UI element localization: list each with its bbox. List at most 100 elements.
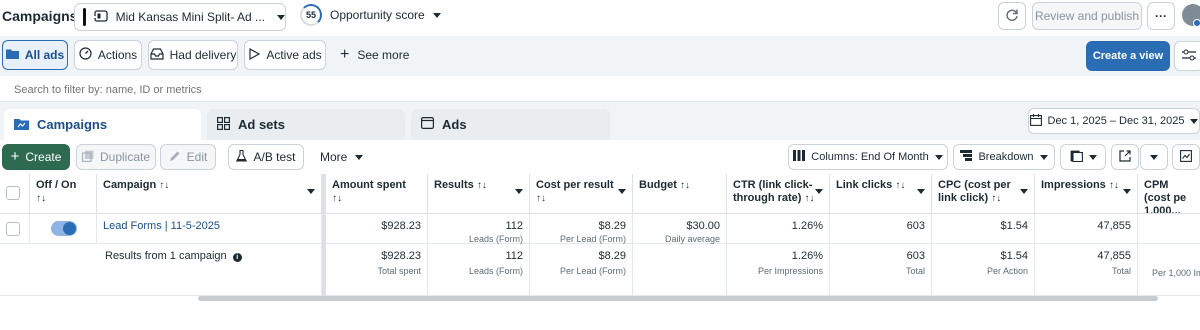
filter-settings-button[interactable] bbox=[1174, 41, 1200, 71]
chevron-down-icon bbox=[618, 189, 626, 194]
account-name: Mid Kansas Mini Split- Ad ... bbox=[115, 10, 265, 24]
row-results: 112 bbox=[505, 220, 523, 232]
create-label: Create bbox=[25, 150, 62, 164]
chevron-down-icon bbox=[1123, 189, 1131, 194]
ad-window-icon bbox=[421, 117, 435, 132]
row-checkbox[interactable] bbox=[6, 222, 20, 236]
see-more-label: See more bbox=[357, 48, 410, 62]
reports-button[interactable] bbox=[1060, 144, 1106, 170]
filter-active-ads-label: Active ads bbox=[266, 48, 322, 62]
tab-campaigns[interactable]: Campaigns bbox=[4, 109, 201, 140]
campaign-toggle[interactable] bbox=[51, 221, 77, 236]
status-dot bbox=[1193, 19, 1200, 27]
gauge-icon bbox=[79, 47, 92, 63]
filter-bar: All ads Actions Had delivery Active ads … bbox=[0, 36, 1200, 76]
header-off-on[interactable]: Off / On ↑↓ bbox=[30, 174, 97, 214]
header-results[interactable]: Results ↑↓ bbox=[428, 174, 530, 214]
summary-spacer bbox=[0, 244, 97, 296]
summary-budget-cell bbox=[633, 244, 727, 296]
header-amount-spent[interactable]: Amount spent ↑↓ bbox=[326, 174, 428, 214]
export-icon bbox=[1119, 149, 1131, 165]
opportunity-score[interactable]: 55 Opportunity score bbox=[300, 4, 441, 26]
reports-icon bbox=[1070, 150, 1083, 165]
summary-label: Results from 1 campaign bbox=[105, 250, 227, 262]
refresh-button[interactable] bbox=[998, 2, 1026, 30]
campaign-name-link[interactable]: Lead Forms | 11-5-2025 bbox=[103, 220, 220, 232]
grid-icon bbox=[217, 116, 231, 133]
ab-test-label: A/B test bbox=[253, 150, 296, 164]
search-input[interactable] bbox=[0, 78, 1200, 101]
create-view-button[interactable]: Create a view bbox=[1086, 41, 1170, 71]
edit-button[interactable]: Edit bbox=[160, 144, 216, 170]
header-campaign[interactable]: Campaign ↑↓ bbox=[97, 174, 322, 214]
filter-actions[interactable]: Actions bbox=[74, 40, 142, 70]
header-cpm[interactable]: CPM (cost pe 1,000... bbox=[1138, 174, 1200, 214]
see-more-button[interactable]: + See more bbox=[340, 47, 410, 63]
columns-label: Columns: End Of Month bbox=[811, 151, 929, 163]
info-icon[interactable]: i bbox=[232, 253, 242, 262]
row-ctr: 1.26% bbox=[727, 214, 830, 244]
header-off-on-label: Off / On bbox=[36, 179, 77, 191]
avatar[interactable] bbox=[1182, 4, 1200, 27]
opportunity-score-label: Opportunity score bbox=[330, 8, 425, 22]
create-button[interactable]: + Create bbox=[2, 144, 70, 170]
duplicate-button[interactable]: Duplicate bbox=[76, 144, 156, 170]
account-selector[interactable]: Mid Kansas Mini Split- Ad ... bbox=[74, 3, 286, 31]
select-all-checkbox[interactable] bbox=[6, 186, 20, 200]
summary-ctr-sub: Per Impressions bbox=[757, 266, 823, 276]
header-ctr[interactable]: CTR (link click-through rate) ↑↓ bbox=[727, 174, 830, 214]
charts-button[interactable] bbox=[1172, 144, 1200, 170]
header-results-label: Results bbox=[434, 179, 474, 191]
folder-icon bbox=[5, 48, 19, 62]
more-options-button[interactable]: ··· bbox=[1147, 2, 1175, 30]
summary-cost-per-result-sub: Per Lead (Form) bbox=[559, 266, 626, 276]
search-bar bbox=[0, 78, 1200, 102]
chevron-down-icon bbox=[1039, 154, 1048, 160]
sort-icon: ↑↓ bbox=[679, 180, 690, 191]
row-cost-per-result-sub: Per Lead (Form) bbox=[559, 234, 626, 244]
filter-all-ads[interactable]: All ads bbox=[2, 40, 68, 70]
row-link-clicks: 603 bbox=[830, 214, 932, 244]
filter-actions-label: Actions bbox=[97, 48, 138, 62]
pencil-icon bbox=[169, 150, 181, 165]
ab-test-button[interactable]: A/B test bbox=[228, 144, 304, 170]
tab-ad-sets[interactable]: Ad sets bbox=[207, 109, 405, 140]
duplicate-label: Duplicate bbox=[99, 150, 151, 164]
summary-impressions-cell: 47,855 Total bbox=[1035, 244, 1138, 296]
header-budget[interactable]: Budget ↑↓ bbox=[633, 174, 727, 214]
date-range-picker[interactable]: Dec 1, 2025 – Dec 31, 2025 bbox=[1028, 108, 1200, 134]
tab-ads[interactable]: Ads bbox=[411, 109, 610, 140]
filter-had-delivery[interactable]: Had delivery bbox=[148, 40, 238, 70]
row-cpc: $1.54 bbox=[932, 214, 1035, 244]
summary-impressions: 47,855 bbox=[1097, 250, 1131, 262]
chevron-down-icon bbox=[515, 189, 523, 194]
sort-icon: ↑↓ bbox=[895, 180, 906, 191]
breakdown-button[interactable]: Breakdown bbox=[953, 144, 1055, 170]
columns-button[interactable]: Columns: End Of Month bbox=[788, 144, 948, 170]
header-cpm-label: CPM (cost pe 1,000... bbox=[1144, 179, 1187, 214]
header-impressions[interactable]: Impressions ↑↓ bbox=[1035, 174, 1138, 214]
summary-cost-per-result: $8.29 bbox=[598, 250, 626, 262]
more-actions-button[interactable]: More bbox=[320, 150, 364, 164]
export-button[interactable] bbox=[1111, 144, 1139, 170]
header-cost-per-result-label: Cost per result bbox=[536, 179, 614, 191]
refresh-icon bbox=[1005, 8, 1019, 25]
campaigns-table: Off / On ↑↓ Campaign ↑↓ Amount spent ↑↓ … bbox=[0, 174, 1200, 296]
sort-icon: ↑↓ bbox=[332, 193, 342, 204]
review-publish-button[interactable]: Review and publish bbox=[1032, 2, 1142, 30]
export-menu-button[interactable] bbox=[1140, 144, 1168, 170]
filter-had-delivery-label: Had delivery bbox=[169, 48, 237, 62]
date-range-label: Dec 1, 2025 – Dec 31, 2025 bbox=[1047, 115, 1185, 127]
header-link-clicks[interactable]: Link clicks ↑↓ bbox=[830, 174, 932, 214]
horizontal-scrollbar[interactable] bbox=[198, 296, 1158, 301]
header-cpc[interactable]: CPC (cost per link click) ↑↓ bbox=[932, 174, 1035, 214]
summary-label-cell: Results from 1 campaign i bbox=[97, 244, 322, 296]
breakdown-label: Breakdown bbox=[978, 151, 1034, 163]
campaign-folder-icon bbox=[14, 117, 29, 133]
header-cost-per-result[interactable]: Cost per result ↑↓ bbox=[530, 174, 633, 214]
filter-active-ads[interactable]: Active ads bbox=[244, 40, 326, 70]
chevron-down-icon bbox=[277, 14, 285, 20]
opportunity-score-gauge: 55 bbox=[300, 4, 322, 26]
sort-icon: ↑↓ bbox=[36, 193, 46, 204]
summary-results: 112 bbox=[505, 250, 523, 262]
